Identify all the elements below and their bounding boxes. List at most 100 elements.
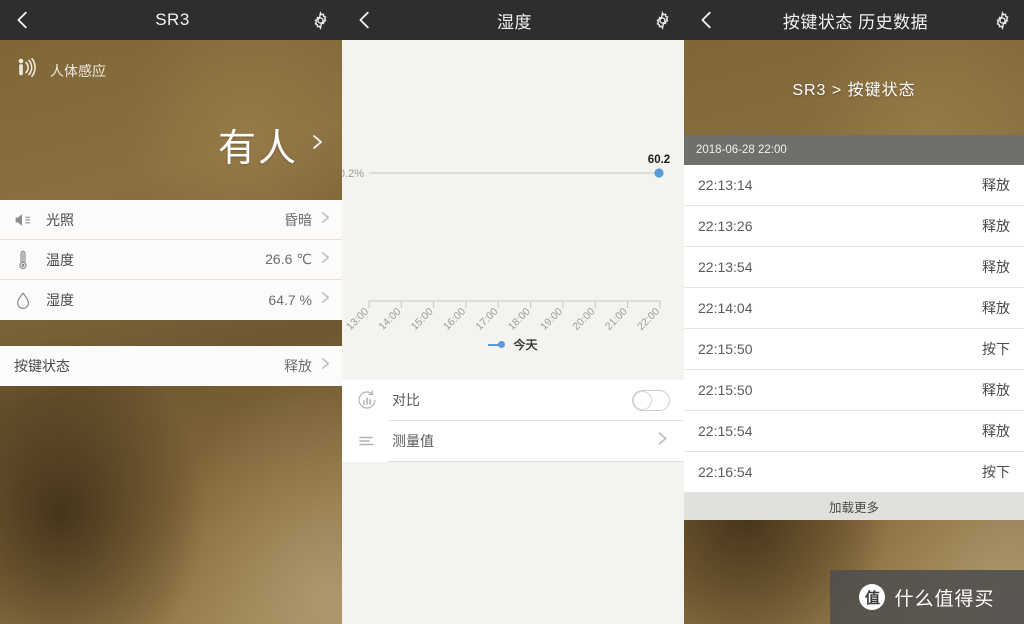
chevron-right-icon xyxy=(655,431,670,451)
motion-sensor-icon xyxy=(14,56,40,87)
chevron-right-icon xyxy=(319,251,332,269)
gear-icon[interactable] xyxy=(993,10,1012,30)
toggle-knob xyxy=(633,390,652,410)
watermark-logo: 值 xyxy=(859,584,886,610)
back-icon[interactable] xyxy=(354,9,376,31)
back-icon[interactable] xyxy=(696,9,718,31)
svg-text:60.2: 60.2 xyxy=(648,154,670,166)
history-state: 释放 xyxy=(982,300,1010,316)
presence-value: 有人 xyxy=(217,127,298,170)
history-time: 22:16:54 xyxy=(698,464,753,480)
table-row[interactable]: 22:15:54 释放 xyxy=(684,411,1024,452)
sensor-header-label: 人体感应 xyxy=(50,63,106,79)
history-panel: 按键状态 历史数据 SR3 > 按键状态 2018-06-28 22:00 22… xyxy=(684,0,1024,624)
history-state: 释放 xyxy=(982,218,1010,234)
table-row[interactable]: 22:15:50 释放 xyxy=(684,370,1024,411)
sensor-row-humidity-value: 64.7 % xyxy=(268,292,312,308)
history-time: 22:13:14 xyxy=(698,177,753,193)
thermometer-icon xyxy=(12,250,34,270)
x-axis-tick-label: 21:00 xyxy=(603,306,630,333)
sensor-row-temperature-label: 温度 xyxy=(46,251,74,268)
history-time: 22:13:26 xyxy=(698,218,753,234)
x-axis-tick-label: 22:00 xyxy=(635,306,662,333)
load-more-button[interactable]: 加载更多 xyxy=(684,493,1024,520)
sensor-header: 人体感应 xyxy=(0,40,342,88)
sensor-row-temperature-value: 26.6 ℃ xyxy=(265,251,312,267)
sensor-row-light-label: 光照 xyxy=(46,211,74,228)
breadcrumb-text: SR3 > 按键状态 xyxy=(792,81,916,99)
table-row[interactable]: 22:15:50 按下 xyxy=(684,329,1024,370)
date-header: 2018-06-28 22:00 xyxy=(684,135,1024,165)
x-axis-tick-label: 17:00 xyxy=(473,306,500,333)
x-axis-tick-label: 13:00 xyxy=(344,306,371,333)
x-axis-tick-label: 20:00 xyxy=(570,306,597,333)
chart-legend: 今天 xyxy=(342,336,684,353)
option-row-measurement-label: 测量值 xyxy=(392,433,434,449)
history-state: 释放 xyxy=(982,177,1010,193)
humidity-drop-icon xyxy=(12,291,34,310)
option-row-compare-label: 对比 xyxy=(392,392,420,408)
watermark-text: 什么值得买 xyxy=(894,588,995,610)
back-icon[interactable] xyxy=(12,9,34,31)
x-axis-tick-label: 15:00 xyxy=(409,306,436,333)
history-state: 按下 xyxy=(982,464,1010,480)
chevron-right-icon xyxy=(319,357,332,375)
screenshot-root: SR3 人体感应 有人 光照 昏暗 温度 26.6 ℃ 湿度 64.7 % 按键… xyxy=(0,0,1024,624)
history-time: 22:14:04 xyxy=(698,300,753,316)
page-title: SR3 xyxy=(155,10,190,29)
history-state: 按下 xyxy=(982,341,1010,357)
option-row-compare[interactable]: 对比 xyxy=(342,380,684,420)
x-axis-tick-label: 16:00 xyxy=(441,306,468,333)
mid-filler xyxy=(342,462,684,624)
table-row[interactable]: 22:13:54 释放 xyxy=(684,247,1024,288)
sensor-rows: 光照 昏暗 温度 26.6 ℃ 湿度 64.7 % xyxy=(0,200,342,320)
history-state: 释放 xyxy=(982,382,1010,398)
table-row[interactable]: 22:13:26 释放 xyxy=(684,206,1024,247)
humidity-chart-panel: 湿度 .2% 60.2 13:00 14:00 15:00 16:00 17:0… xyxy=(342,0,684,624)
legend-label: 今天 xyxy=(513,338,538,352)
option-row-measurement[interactable]: 测量值 xyxy=(342,421,684,461)
x-axis-tick-label: 18:00 xyxy=(506,306,533,333)
button-state-row[interactable]: 按键状态 释放 xyxy=(0,346,342,386)
mid-titlebar: 湿度 xyxy=(342,0,684,40)
date-header-text: 2018-06-28 22:00 xyxy=(696,144,787,156)
chevron-right-icon xyxy=(319,211,332,229)
compare-chart-icon xyxy=(354,389,380,411)
x-axis-tick-label: 19:00 xyxy=(538,306,565,333)
button-state-label: 按键状态 xyxy=(14,358,70,374)
table-row[interactable]: 22:16:54 按下 xyxy=(684,452,1024,493)
sensor-row-humidity[interactable]: 湿度 64.7 % xyxy=(0,280,342,320)
history-list: 22:13:14 释放 22:13:26 释放 22:13:54 释放 22:14:04 释放… xyxy=(684,165,1024,493)
page-title: 湿度 xyxy=(497,12,532,32)
compare-toggle[interactable] xyxy=(632,389,670,411)
table-row[interactable]: 22:14:04 释放 xyxy=(684,288,1024,329)
sensor-row-light[interactable]: 光照 昏暗 xyxy=(0,200,342,240)
right-titlebar: 按键状态 历史数据 xyxy=(684,0,1024,40)
left-titlebar: SR3 xyxy=(0,0,342,40)
page-title: 按键状态 历史数据 xyxy=(782,12,929,32)
humidity-chart[interactable]: 60.2% 60.2 13:0014:0015:0016:0017:0018:0… xyxy=(342,40,684,380)
chevron-right-icon xyxy=(308,129,328,160)
x-axis-tick-label: 14:00 xyxy=(376,306,403,333)
history-time: 22:13:54 xyxy=(698,259,753,275)
presence-status-block[interactable]: 有人 xyxy=(0,88,342,200)
chart-canvas: 60.2% 60.2 13:0014:0015:0016:0017:0018:0… xyxy=(342,154,670,333)
button-state-value: 释放 xyxy=(284,358,312,374)
load-more-label: 加载更多 xyxy=(828,501,879,515)
history-state: 释放 xyxy=(982,423,1010,439)
gear-icon[interactable] xyxy=(653,10,672,30)
svg-text:60.2%: 60.2% xyxy=(342,168,364,180)
brightness-icon xyxy=(12,212,34,228)
table-row[interactable]: 22:13:14 释放 xyxy=(684,165,1024,206)
device-detail-panel: SR3 人体感应 有人 光照 昏暗 温度 26.6 ℃ 湿度 64.7 % 按键… xyxy=(0,0,342,624)
history-time: 22:15:54 xyxy=(698,423,753,439)
legend-line-swatch xyxy=(488,343,503,346)
sensor-row-humidity-label: 湿度 xyxy=(46,292,74,308)
gear-icon[interactable] xyxy=(311,10,330,30)
breadcrumb: SR3 > 按键状态 xyxy=(684,40,1024,135)
watermark: 值 什么值得买 xyxy=(830,570,1024,624)
sensor-row-temperature[interactable]: 温度 26.6 ℃ xyxy=(0,240,342,280)
history-time: 22:15:50 xyxy=(698,382,753,398)
sensor-row-light-value: 昏暗 xyxy=(284,211,312,228)
